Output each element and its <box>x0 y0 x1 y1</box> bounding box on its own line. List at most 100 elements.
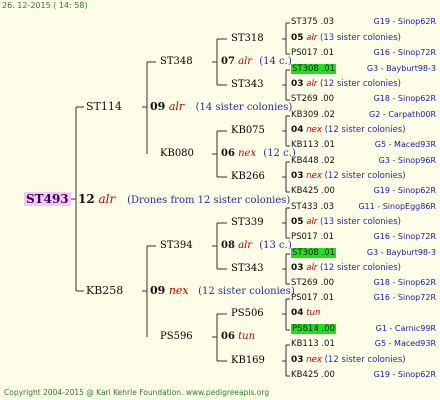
l4-6b[interactable]: ST269 .00 <box>291 279 334 288</box>
l4-8-drone: nex <box>306 355 322 365</box>
l4-2a-name: ST308 <box>292 64 319 74</box>
l4-7a-val: .01 <box>320 293 334 303</box>
l4-6a-origin: G3 - Bayburt98-3 <box>366 248 436 257</box>
l4-8b-origin: G19 - Sinop62R <box>373 370 436 379</box>
l4-8-sisters: (12 sister colonies) <box>324 355 406 365</box>
l4-4-mating: 03 nex (12 sister colonies) <box>291 172 406 181</box>
parent-2-drone: nex <box>168 284 189 297</box>
l4-8b-val: .00 <box>321 370 335 380</box>
gp-2-name[interactable]: KB080 <box>160 149 194 159</box>
l3-7-name[interactable]: PS506 <box>231 309 264 319</box>
l4-5-sisters: (13 sister colonies) <box>320 217 401 227</box>
gp-3-name[interactable]: ST394 <box>160 241 193 251</box>
gp-1-number: 07 <box>221 56 235 67</box>
l4-1-number: 05 <box>291 33 304 43</box>
l4-6b-name: ST269 <box>291 278 318 288</box>
parent-2-name[interactable]: KB258 <box>86 285 123 296</box>
root-drone: alr <box>98 192 116 206</box>
l3-5-name[interactable]: ST339 <box>231 218 264 228</box>
l4-1a-val: .03 <box>320 17 335 27</box>
l4-6b-origin: G18 - Sinop62R <box>373 278 436 287</box>
l4-5b[interactable]: PS017 .01 <box>291 233 334 242</box>
l4-7b-val: .00 <box>321 324 335 334</box>
l4-6-sisters: (12 sister colonies) <box>320 263 401 273</box>
l4-8a-name: KB113 <box>291 339 319 349</box>
l4-7b-origin: G1 - Carnic99R <box>375 324 436 333</box>
l4-3a-name: KB309 <box>291 110 319 120</box>
l4-5a[interactable]: ST433 .03 <box>291 203 334 212</box>
l4-7a-name: PS017 <box>291 293 318 303</box>
l4-3a-val: .02 <box>321 110 335 120</box>
l4-4a[interactable]: KB448 .02 <box>291 157 335 166</box>
l4-5b-name: PS017 <box>291 232 318 242</box>
l4-4-drone: nex <box>306 171 322 181</box>
l4-1-mating: 05 alr (13 sister colonies) <box>291 34 401 43</box>
l4-2-number: 03 <box>291 79 304 89</box>
gp-1-name[interactable]: ST348 <box>160 57 193 67</box>
l4-5b-origin: G16 - Sinop72R <box>373 232 436 241</box>
l4-5b-val: .01 <box>320 232 334 242</box>
l4-2b-origin: G18 - Sinop62R <box>373 94 436 103</box>
root-mating: 12 alr (Drones from 12 sister colonies) <box>78 193 290 206</box>
l4-6-drone: alr <box>306 263 318 273</box>
root-queen[interactable]: ST493 <box>24 192 71 206</box>
l3-8-name[interactable]: KB169 <box>231 356 265 366</box>
l4-3-mating: 04 nex (12 sister colonies) <box>291 126 406 135</box>
l4-3b-val: .01 <box>321 140 335 150</box>
l3-4-name[interactable]: KB266 <box>231 172 265 182</box>
gp-1-drone: alr <box>238 56 253 67</box>
gp-4-number: 06 <box>221 331 235 342</box>
l4-3-drone: nex <box>306 125 322 135</box>
l4-2-sisters: (12 sister colonies) <box>320 79 401 89</box>
l3-1-name[interactable]: ST318 <box>231 34 264 44</box>
parent-1-mating: 09 alr (14 sister colonies) <box>150 101 292 113</box>
l4-5-drone: alr <box>306 217 318 227</box>
l4-8a-val: .01 <box>321 339 335 349</box>
l4-5a-name: ST433 <box>291 202 318 212</box>
l4-1-sisters: (13 sister colonies) <box>320 33 401 43</box>
l4-4b[interactable]: KB425 .00 <box>291 187 335 196</box>
l4-2b[interactable]: ST269 .00 <box>291 95 334 104</box>
l4-1a[interactable]: ST375 .03 <box>291 18 334 27</box>
l4-4a-val: .02 <box>321 156 335 166</box>
l4-4b-val: .00 <box>321 186 335 196</box>
parent-1-sisters: (14 sister colonies) <box>195 102 293 113</box>
gp-2-drone: nex <box>238 148 257 159</box>
l4-8b-name: KB425 <box>291 370 319 380</box>
l4-5a-val: .03 <box>320 202 335 212</box>
l4-1b[interactable]: PS017 .01 <box>291 49 334 58</box>
parent-1-name[interactable]: ST114 <box>86 101 122 112</box>
gp-2-mating: 06 nex (12 c.) <box>221 149 296 159</box>
l4-3b[interactable]: KB113 .01 <box>291 141 335 150</box>
parent-1-number: 09 <box>150 100 166 113</box>
l4-8-mating: 03 nex (12 sister colonies) <box>291 356 406 365</box>
l4-5a-origin: G11 - SinopEgg86R <box>358 202 436 211</box>
l4-7a[interactable]: PS017 .01 <box>291 294 334 303</box>
l3-3-name[interactable]: KB075 <box>231 126 265 136</box>
l4-8a-origin: G5 - Maced93R <box>374 339 436 348</box>
l4-3-sisters: (12 sister colonies) <box>324 125 406 135</box>
l3-2-name[interactable]: ST343 <box>231 80 264 90</box>
l3-6-name[interactable]: ST343 <box>231 264 264 274</box>
l4-3b-origin: G5 - Maced93R <box>374 140 436 149</box>
gp-4-name[interactable]: PS596 <box>160 332 193 342</box>
l4-8a[interactable]: KB113 .01 <box>291 340 335 349</box>
gp-2-number: 06 <box>221 148 235 159</box>
l4-6-mating: 03 alr (12 sister colonies) <box>291 264 401 273</box>
l4-2a[interactable]: ST308 .01 <box>291 64 337 74</box>
l4-6a[interactable]: ST308 .01 <box>291 248 337 258</box>
l4-3a-origin: G2 - Carpath00R <box>369 110 436 119</box>
l4-7b[interactable]: PS614 .00 <box>291 324 336 334</box>
l4-3a[interactable]: KB309 .02 <box>291 111 335 120</box>
parent-2-sisters: (12 sister colonies) <box>198 286 295 297</box>
gp-3-mating: 08 alr (13 c.) <box>221 241 292 251</box>
footer-copyright: Copyright 2004-2015 @ Karl Kehrle Founda… <box>4 388 270 397</box>
l4-4b-name: KB425 <box>291 186 319 196</box>
root-number: 12 <box>78 192 95 206</box>
l4-8b[interactable]: KB425 .00 <box>291 371 335 380</box>
gp-4-mating: 06 tun <box>221 332 255 342</box>
date-stamp: 26. 12-2015 ( 14: 58) <box>2 1 88 10</box>
l4-7-drone: tun <box>306 308 321 318</box>
l4-6a-val: .01 <box>321 248 336 258</box>
gp-4-drone: tun <box>238 331 256 342</box>
